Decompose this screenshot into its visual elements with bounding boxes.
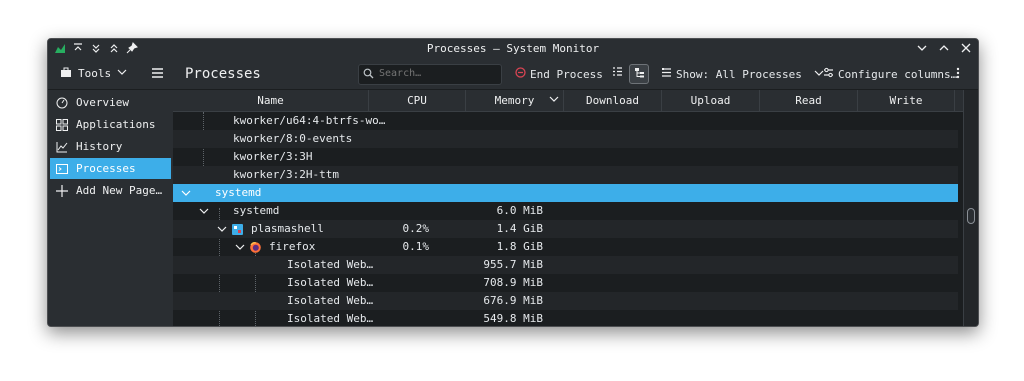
- process-memory: 676.9 MiB: [483, 294, 543, 307]
- sidebar-item-label: Processes: [76, 162, 136, 175]
- gauge-icon: [56, 97, 68, 109]
- table-row[interactable]: Isolated Web… 549.8 MiB: [173, 310, 958, 326]
- table-row[interactable]: systemd 6.0 MiB: [173, 202, 958, 220]
- process-memory: 708.9 MiB: [483, 276, 543, 289]
- sidebar-item-label: Add New Page…: [76, 184, 163, 197]
- terminal-icon: [56, 163, 68, 175]
- process-name: systemd: [215, 186, 262, 199]
- list-view-button[interactable]: [608, 64, 626, 82]
- show-filter-select[interactable]: Show: All Processes: [661, 67, 824, 81]
- process-name: kworker/8:0-events: [233, 132, 353, 145]
- process-name: kworker/u64:4-btrfs-wo…: [233, 114, 386, 127]
- plus-icon: [56, 184, 68, 197]
- column-header-download[interactable]: Download: [564, 90, 662, 111]
- show-filter-label: Show: All Processes: [676, 67, 802, 81]
- window-title: Processes — System Monitor: [426, 42, 600, 55]
- sidebar-item-label: Overview: [76, 96, 129, 109]
- end-process-button[interactable]: End Process: [515, 67, 603, 81]
- scrollbar-thumb[interactable]: [967, 208, 975, 224]
- process-name: kworker/3:3H: [233, 150, 313, 163]
- tree-view-button[interactable]: [629, 64, 649, 84]
- column-header-upload[interactable]: Upload: [662, 90, 760, 111]
- process-name: Isolated Web…: [287, 312, 374, 325]
- process-cpu: 0.1%: [402, 240, 430, 253]
- table-row[interactable]: plasmashell 0.2% 1.4 GiB: [173, 220, 958, 238]
- process-memory: 6.0 MiB: [496, 204, 543, 217]
- sidebar-item-processes[interactable]: Processes: [50, 158, 171, 179]
- column-header-name[interactable]: Name: [173, 90, 369, 111]
- overflow-menu-icon[interactable]: [956, 67, 960, 82]
- table-row[interactable]: kworker/3:3H: [173, 148, 958, 166]
- table-row[interactable]: Isolated Web… 708.9 MiB: [173, 274, 958, 292]
- tools-menu-button[interactable]: Tools: [60, 66, 127, 81]
- maximize-icon[interactable]: [938, 42, 950, 54]
- sidebar-item-applications[interactable]: Applications: [50, 114, 171, 135]
- chevron-down-icon: [117, 67, 127, 80]
- column-header-memory[interactable]: Memory: [466, 90, 564, 111]
- table-row[interactable]: kworker/8:0-events: [173, 130, 958, 148]
- sidebar-item-overview[interactable]: Overview: [50, 92, 171, 113]
- process-name: Isolated Web…: [287, 258, 374, 271]
- process-table: Name CPU Memory Download Upload Read Wri…: [173, 90, 978, 326]
- process-cpu: [369, 202, 459, 220]
- title-bar: Processes — System Monitor: [48, 39, 978, 59]
- sidebar: Overview Applications History Processes …: [48, 90, 173, 326]
- process-memory: 1.4 GiB: [496, 222, 543, 235]
- end-process-label: End Process: [530, 67, 603, 81]
- grid-icon: [56, 118, 68, 131]
- column-header-memory-label: Memory: [494, 94, 535, 107]
- column-header-read[interactable]: Read: [760, 90, 858, 111]
- table-row[interactable]: kworker/3:2H-ttm: [173, 166, 958, 184]
- table-row-selected[interactable]: systemd: [173, 184, 958, 202]
- sort-descending-icon: [549, 90, 559, 111]
- process-memory: 955.7 MiB: [483, 258, 543, 271]
- search-icon: [363, 68, 374, 82]
- sidebar-item-label: History: [76, 140, 123, 153]
- table-row[interactable]: kworker/u64:4-btrfs-wo…: [173, 112, 958, 130]
- configure-columns-button[interactable]: Configure columns…: [823, 67, 957, 81]
- process-memory: 1.8 GiB: [496, 240, 543, 253]
- process-name: Isolated Web…: [287, 276, 374, 289]
- table-row[interactable]: Isolated Web… 955.7 MiB: [173, 256, 958, 274]
- chart-icon: [56, 141, 68, 153]
- system-monitor-window: Processes — System Monitor Tools Process…: [47, 38, 979, 327]
- process-memory: 549.8 MiB: [483, 312, 543, 325]
- process-name: Isolated Web…: [287, 294, 374, 307]
- main-toolbar: Tools Processes End Process: [48, 59, 978, 90]
- column-header-cpu[interactable]: CPU: [369, 90, 466, 111]
- tools-label: Tools: [78, 67, 112, 80]
- search-field[interactable]: [358, 64, 502, 85]
- tree-view-icon: [634, 67, 645, 81]
- sidebar-item-history[interactable]: History: [50, 136, 171, 157]
- close-icon[interactable]: [960, 42, 972, 54]
- configure-columns-label: Configure columns…: [838, 67, 958, 81]
- search-input[interactable]: [377, 67, 499, 80]
- stop-icon: [515, 67, 526, 81]
- table-header: Name CPU Memory Download Upload Read Wri…: [173, 90, 963, 112]
- sidebar-item-add-page[interactable]: Add New Page…: [50, 180, 171, 201]
- table-row[interactable]: firefox 0.1% 1.8 GiB: [173, 238, 958, 256]
- column-header-write[interactable]: Write: [858, 90, 955, 111]
- configure-icon: [823, 67, 834, 81]
- hamburger-menu-icon[interactable]: [152, 68, 163, 81]
- filter-icon: [661, 67, 672, 81]
- sidebar-item-label: Applications: [76, 118, 156, 131]
- list-view-icon: [612, 66, 623, 80]
- page-title: Processes: [185, 66, 261, 82]
- process-name: kworker/3:2H-ttm: [233, 168, 339, 181]
- vertical-scrollbar[interactable]: [963, 90, 978, 326]
- process-cpu: 0.2%: [402, 222, 430, 235]
- table-row[interactable]: Isolated Web… 676.9 MiB: [173, 292, 958, 310]
- minimize-icon[interactable]: [916, 42, 928, 54]
- toolbox-icon: [60, 66, 72, 81]
